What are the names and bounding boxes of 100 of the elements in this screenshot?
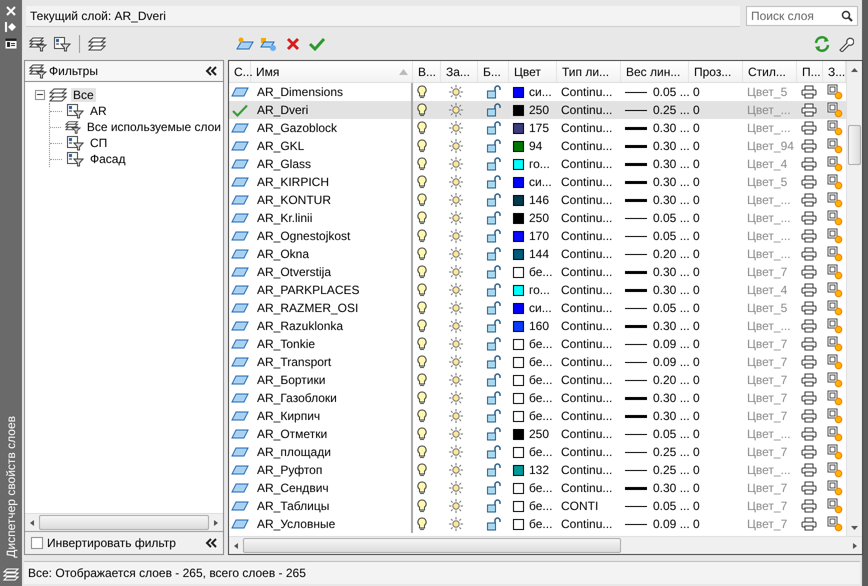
properties-icon[interactable] xyxy=(5,38,17,49)
linetype[interactable]: Continu... xyxy=(557,245,621,263)
printer-icon[interactable] xyxy=(801,247,817,261)
unlocked-padlock-icon[interactable] xyxy=(486,139,502,153)
layer-row[interactable]: AR_площади бе... Continu... 0.25 ... 0 Цвет_7 xyxy=(229,443,846,461)
lineweight[interactable]: 0.30 ... xyxy=(653,409,690,423)
tree-item[interactable]: Все xyxy=(71,88,96,102)
printer-icon[interactable] xyxy=(801,301,817,315)
color-swatch[interactable] xyxy=(513,392,524,404)
printer-icon[interactable] xyxy=(801,517,817,531)
sun-icon[interactable] xyxy=(449,301,463,315)
tree-item[interactable]: Все используемые слои xyxy=(84,120,223,134)
column-header[interactable]: П... xyxy=(797,61,823,82)
tree-item[interactable]: Фасад xyxy=(88,152,128,166)
color-swatch[interactable] xyxy=(513,356,524,368)
linetype[interactable]: Continu... xyxy=(557,317,621,335)
linetype[interactable]: Continu... xyxy=(557,101,621,119)
printer-icon[interactable] xyxy=(801,499,817,513)
color-swatch[interactable] xyxy=(513,284,524,296)
sun-icon[interactable] xyxy=(449,409,463,423)
layer-row[interactable]: AR_Ognestojkost 170 Continu... 0.05 ... 0 Цвет_... xyxy=(229,227,846,245)
unlocked-padlock-icon[interactable] xyxy=(486,85,502,99)
unlocked-padlock-icon[interactable] xyxy=(486,373,502,387)
color-swatch[interactable] xyxy=(513,464,524,476)
linetype[interactable]: Continu... xyxy=(557,443,621,461)
lightbulb-icon[interactable] xyxy=(417,463,427,477)
layer-row[interactable]: AR_Условные бе... Continu... 0.09 ... 0 Цвет_7 xyxy=(229,515,846,533)
search-icon[interactable] xyxy=(841,10,853,22)
printer-icon[interactable] xyxy=(801,481,817,495)
viewport-freeze-icon[interactable] xyxy=(827,138,843,154)
scroll-thumb[interactable] xyxy=(848,125,861,165)
new-group-filter-button[interactable] xyxy=(52,34,72,54)
sun-icon[interactable] xyxy=(449,139,463,153)
layer-row[interactable]: AR_KIRPICH си... Continu... 0.30 ... 0 Цвет_5 xyxy=(229,173,846,191)
linetype[interactable]: Continu... xyxy=(557,515,621,533)
transparency[interactable]: 0 xyxy=(689,119,743,137)
unlocked-padlock-icon[interactable] xyxy=(486,211,502,225)
sun-icon[interactable] xyxy=(449,445,463,459)
tree-item[interactable]: СП xyxy=(88,136,110,150)
layer-row[interactable]: AR_KONTUR 146 Continu... 0.30 ... 0 Цвет_... xyxy=(229,191,846,209)
column-header[interactable]: Б... xyxy=(478,61,509,82)
printer-icon[interactable] xyxy=(801,85,817,99)
sun-icon[interactable] xyxy=(449,157,463,171)
linetype[interactable]: Continu... xyxy=(557,335,621,353)
lineweight[interactable]: 0.30 ... xyxy=(653,193,690,207)
unlocked-padlock-icon[interactable] xyxy=(486,229,502,243)
invert-checkbox[interactable] xyxy=(31,537,43,549)
viewport-freeze-icon[interactable] xyxy=(827,84,843,100)
sun-icon[interactable] xyxy=(449,499,463,513)
printer-icon[interactable] xyxy=(801,427,817,441)
unlocked-padlock-icon[interactable] xyxy=(486,391,502,405)
viewport-freeze-icon[interactable] xyxy=(827,156,843,172)
transparency[interactable]: 0 xyxy=(689,263,743,281)
column-header[interactable]: Тип ли... xyxy=(557,61,621,82)
viewport-freeze-icon[interactable] xyxy=(827,516,843,532)
color-swatch[interactable] xyxy=(513,302,524,314)
lightbulb-icon[interactable] xyxy=(417,85,427,99)
viewport-freeze-icon[interactable] xyxy=(827,210,843,226)
lineweight[interactable]: 0.25 ... xyxy=(653,463,690,477)
linetype[interactable]: Continu... xyxy=(557,137,621,155)
collapse-toggle[interactable] xyxy=(35,90,45,100)
sun-icon[interactable] xyxy=(449,373,463,387)
sun-icon[interactable] xyxy=(449,463,463,477)
color-swatch[interactable] xyxy=(513,374,524,386)
lightbulb-icon[interactable] xyxy=(417,229,427,243)
lineweight[interactable]: 0.05 ... xyxy=(653,229,690,243)
color-swatch[interactable] xyxy=(513,482,524,494)
lineweight[interactable]: 0.09 ... xyxy=(653,355,690,369)
linetype[interactable]: Continu... xyxy=(557,371,621,389)
printer-icon[interactable] xyxy=(801,283,817,297)
column-header[interactable]: Проз... xyxy=(689,61,743,82)
color-swatch[interactable] xyxy=(513,86,524,98)
column-header[interactable]: С... xyxy=(229,61,251,82)
color-swatch[interactable] xyxy=(513,266,524,278)
sun-icon[interactable] xyxy=(449,481,463,495)
layer-row[interactable]: AR_PARKPLACES го... Continu... 0.30 ... 0 Цвет_4 xyxy=(229,281,846,299)
layer-row[interactable]: AR_Kr.linii 250 Continu... 0.05 ... 0 Цвет_... xyxy=(229,209,846,227)
layer-row[interactable]: AR_Кирпич бе... Continu... 0.30 ... 0 Цвет_7 xyxy=(229,407,846,425)
printer-icon[interactable] xyxy=(801,265,817,279)
color-swatch[interactable] xyxy=(513,176,524,188)
transparency[interactable]: 0 xyxy=(689,227,743,245)
transparency[interactable]: 0 xyxy=(689,101,743,119)
unlocked-padlock-icon[interactable] xyxy=(486,175,502,189)
viewport-freeze-icon[interactable] xyxy=(827,336,843,352)
lightbulb-icon[interactable] xyxy=(417,121,427,135)
unlocked-padlock-icon[interactable] xyxy=(486,481,502,495)
printer-icon[interactable] xyxy=(801,103,817,117)
layer-row[interactable]: AR_Otverstija бе... Continu... 0.30 ... 0 Цвет_7 xyxy=(229,263,846,281)
sun-icon[interactable] xyxy=(449,265,463,279)
transparency[interactable]: 0 xyxy=(689,173,743,191)
lightbulb-icon[interactable] xyxy=(417,445,427,459)
lineweight[interactable]: 0.30 ... xyxy=(653,157,690,171)
color-swatch[interactable] xyxy=(513,140,524,152)
linetype[interactable]: Continu... xyxy=(557,425,621,443)
viewport-freeze-icon[interactable] xyxy=(827,174,843,190)
layer-row[interactable]: AR_Transport бе... Continu... 0.09 ... 0 Цвет_7 xyxy=(229,353,846,371)
lightbulb-icon[interactable] xyxy=(417,517,427,531)
viewport-freeze-icon[interactable] xyxy=(827,120,843,136)
lightbulb-icon[interactable] xyxy=(417,427,427,441)
scroll-thumb[interactable] xyxy=(243,538,621,553)
